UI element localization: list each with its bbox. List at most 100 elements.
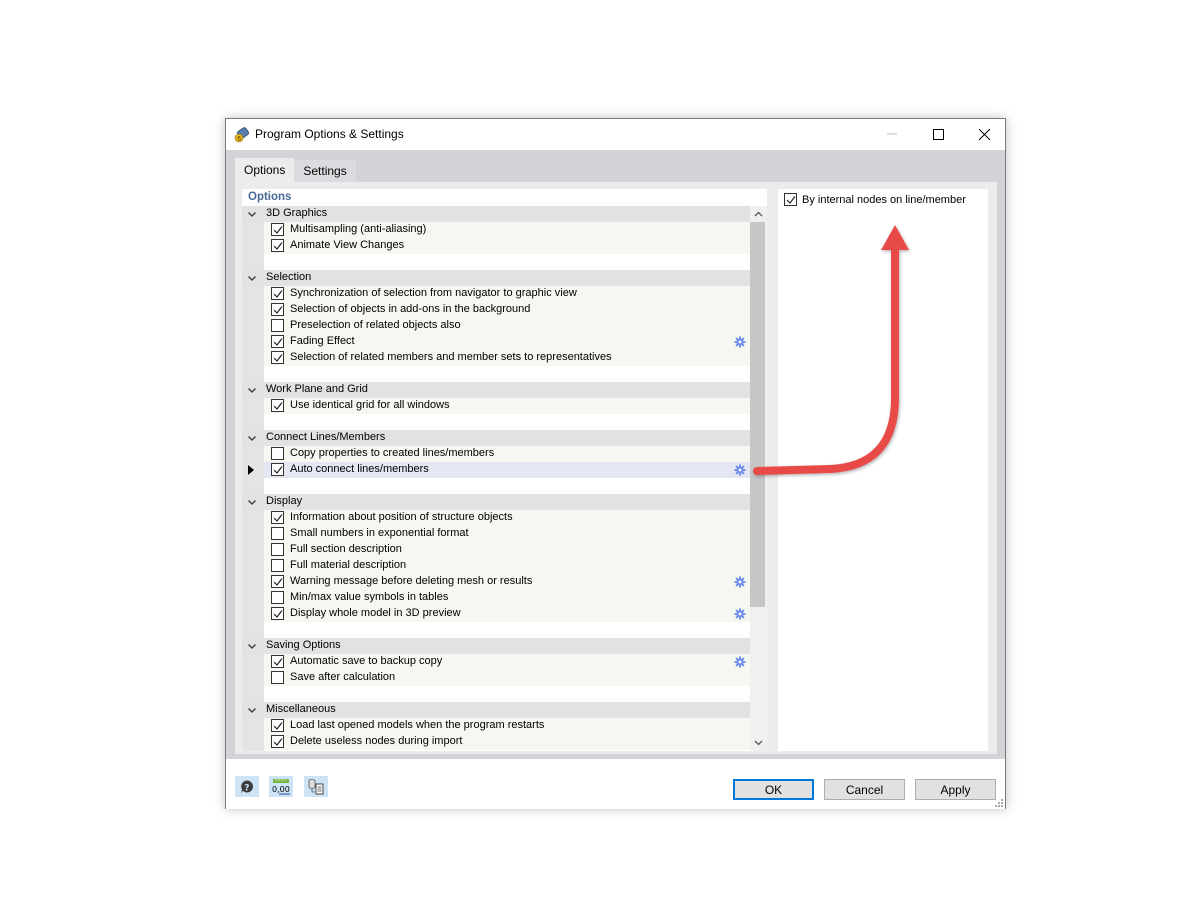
pane-header-title: Options (248, 191, 292, 203)
option-row[interactable]: Selection of objects in add-ons in the b… (264, 302, 750, 318)
option-checkbox[interactable] (271, 591, 284, 604)
option-label: Auto connect lines/members (290, 463, 429, 475)
group-header[interactable]: Saving Options (242, 638, 750, 654)
option-checkbox[interactable] (271, 447, 284, 460)
chevron-down-icon[interactable] (246, 704, 258, 716)
group-title: Connect Lines/Members (266, 431, 386, 443)
dialog-body: Options Settings Options 3D Graphics Mult… (226, 150, 1005, 759)
copy-settings-button[interactable] (304, 776, 328, 797)
group-header[interactable]: Selection (242, 270, 750, 286)
ok-button[interactable]: OK (733, 779, 814, 800)
option-checkbox[interactable] (271, 671, 284, 684)
option-row[interactable]: Full material description (264, 558, 750, 574)
option-checkbox[interactable] (271, 239, 284, 252)
chevron-down-icon[interactable] (246, 432, 258, 444)
option-checkbox[interactable] (271, 287, 284, 300)
maximize-button[interactable] (915, 119, 961, 149)
chevron-down-icon[interactable] (246, 496, 258, 508)
option-checkbox[interactable] (271, 527, 284, 540)
apply-button[interactable]: Apply (915, 779, 996, 800)
option-label: Information about position of structure … (290, 511, 513, 523)
option-checkbox[interactable] (271, 655, 284, 668)
option-label: Copy properties to created lines/members (290, 447, 495, 459)
option-checkbox[interactable] (271, 607, 284, 620)
option-label: Display whole model in 3D preview (290, 607, 461, 619)
option-row[interactable]: Multisampling (anti-aliasing) (264, 222, 750, 238)
scrollbar-thumb[interactable] (750, 222, 765, 607)
option-checkbox[interactable] (271, 319, 284, 332)
option-row[interactable]: Load last opened models when the program… (264, 718, 750, 734)
option-row[interactable]: Small numbers in exponential format (264, 526, 750, 542)
option-row[interactable]: Selection of related members and member … (264, 350, 750, 366)
group-header[interactable]: Connect Lines/Members (242, 430, 750, 446)
option-label: Full section description (290, 543, 402, 555)
option-row[interactable]: Full section description (264, 542, 750, 558)
option-row[interactable]: Animate View Changes (264, 238, 750, 254)
option-row[interactable]: Min/max value symbols in tables (264, 590, 750, 606)
group-title: Work Plane and Grid (266, 383, 368, 395)
group-spacer (264, 622, 750, 638)
option-checkbox[interactable] (271, 511, 284, 524)
option-row[interactable]: Auto connect lines/members (248, 462, 750, 478)
scroll-up-button[interactable] (750, 206, 767, 222)
group-header[interactable]: Miscellaneous (242, 702, 750, 718)
option-row[interactable]: Automatic save to backup copy (264, 654, 750, 670)
pane-header: Options (242, 189, 767, 206)
group-spacer (264, 478, 750, 494)
option-row[interactable]: Fading Effect (264, 334, 750, 350)
app-icon: 6 (234, 127, 250, 143)
tab-settings[interactable]: Settings (294, 160, 356, 182)
option-label: Selection of related members and member … (290, 351, 612, 363)
option-row[interactable]: Save after calculation (264, 670, 750, 686)
group-title: Selection (266, 271, 312, 283)
option-row[interactable]: Synchronization of selection from naviga… (264, 286, 750, 302)
option-label: Use identical grid for all windows (290, 399, 450, 411)
option-checkbox[interactable] (271, 303, 284, 316)
title-bar[interactable]: 6 Program Options & Settings (226, 119, 1005, 150)
help-button[interactable]: ? (235, 776, 259, 797)
option-row[interactable]: Copy properties to created lines/members (264, 446, 750, 462)
help-icon: ? (241, 780, 253, 793)
option-row[interactable]: Delete useless nodes during import (264, 734, 750, 750)
tab-options[interactable]: Options (235, 158, 295, 182)
minimize-button[interactable] (869, 119, 915, 149)
option-row[interactable]: Use identical grid for all windows (264, 398, 750, 414)
group-spacer (264, 686, 750, 702)
option-checkbox[interactable] (271, 351, 284, 364)
option-checkbox[interactable] (271, 719, 284, 732)
option-checkbox[interactable] (271, 335, 284, 348)
option-row[interactable]: Information about position of structure … (264, 510, 750, 526)
chevron-down-icon[interactable] (246, 384, 258, 396)
close-button[interactable] (961, 119, 1007, 149)
chevron-down-icon[interactable] (246, 272, 258, 284)
option-checkbox[interactable] (271, 223, 284, 236)
gear-icon (734, 336, 746, 348)
scroll-down-button[interactable] (750, 735, 767, 751)
option-row[interactable]: Preselection of related objects also (264, 318, 750, 334)
option-checkbox[interactable] (271, 543, 284, 556)
option-checkbox[interactable] (271, 735, 284, 748)
option-checkbox[interactable] (271, 559, 284, 572)
option-label: Multisampling (anti-aliasing) (290, 223, 427, 235)
option-row[interactable]: Warning message before deleting mesh or … (264, 574, 750, 590)
option-checkbox[interactable] (271, 575, 284, 588)
option-row[interactable]: Display whole model in 3D preview (264, 606, 750, 622)
chevron-down-icon[interactable] (246, 640, 258, 652)
group-header[interactable]: Display (242, 494, 750, 510)
option-label: Preselection of related objects also (290, 319, 461, 331)
units-decimals-button[interactable]: 0,00 (269, 776, 293, 797)
options-tree-pane: Options 3D Graphics Multisampling (anti-a… (242, 189, 767, 751)
group-header[interactable]: 3D Graphics (242, 206, 750, 222)
detail-option-row[interactable]: By internal nodes on line/member (778, 189, 988, 211)
svg-text:?: ? (244, 783, 249, 793)
current-row-indicator-icon (248, 465, 254, 475)
group-header[interactable]: Work Plane and Grid (242, 382, 750, 398)
detail-option-checkbox[interactable] (784, 193, 797, 206)
option-label: Small numbers in exponential format (290, 527, 469, 539)
option-checkbox[interactable] (271, 399, 284, 412)
option-checkbox[interactable] (271, 463, 284, 476)
resize-grip-icon[interactable] (995, 799, 1003, 807)
vertical-scrollbar[interactable] (750, 206, 767, 751)
chevron-down-icon[interactable] (246, 208, 258, 220)
cancel-button[interactable]: Cancel (824, 779, 905, 800)
